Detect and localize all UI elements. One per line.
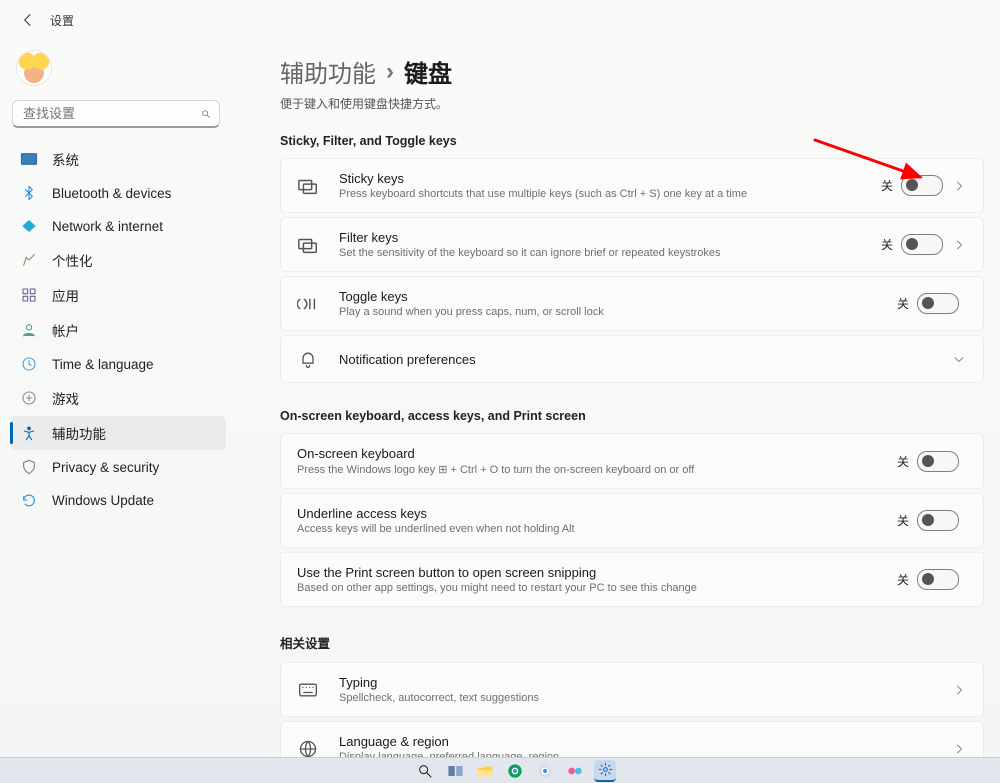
card-notification-prefs[interactable]: Notification preferences <box>280 335 984 383</box>
typing-icon <box>297 679 319 701</box>
chevron-right-icon <box>951 180 967 192</box>
chevron-right-icon <box>951 684 967 696</box>
globe-icon <box>297 738 319 759</box>
sidebar-item-apps[interactable]: 应用 <box>10 278 226 312</box>
card-language-region[interactable]: Language & region Display language, pref… <box>280 721 984 758</box>
card-typing[interactable]: Typing Spellcheck, autocorrect, text sug… <box>280 662 984 717</box>
privacy-icon <box>20 458 38 476</box>
system-icon <box>20 150 38 168</box>
search-field[interactable] <box>21 105 201 122</box>
card-underline-access-keys[interactable]: Underline access keys Access keys will b… <box>280 493 984 548</box>
filter-toggle[interactable] <box>901 234 943 255</box>
taskbar-browser2[interactable] <box>534 761 556 781</box>
sidebar-item-personalize[interactable]: 个性化 <box>10 243 226 277</box>
card-toggle-keys[interactable]: Toggle keys Play a sound when you press … <box>280 276 984 331</box>
sidebar-item-bluetooth[interactable]: Bluetooth & devices <box>10 177 226 209</box>
sidebar-item-update[interactable]: Windows Update <box>10 484 226 516</box>
sidebar-item-time[interactable]: Time & language <box>10 348 226 380</box>
update-icon <box>20 491 38 509</box>
taskbar <box>0 757 1000 783</box>
taskbar-app1[interactable] <box>564 761 586 781</box>
section-header-keys: Sticky, Filter, and Toggle keys <box>280 134 984 148</box>
printscr-toggle[interactable] <box>917 569 959 590</box>
back-button[interactable] <box>12 4 44 36</box>
accessibility-icon <box>20 424 38 442</box>
bell-icon <box>297 348 319 370</box>
section-header-onscreen: On-screen keyboard, access keys, and Pri… <box>280 409 984 423</box>
sidebar-item-account[interactable]: 帐户 <box>10 313 226 347</box>
toggle-icon <box>297 293 319 315</box>
card-print-screen[interactable]: Use the Print screen button to open scre… <box>280 552 984 607</box>
taskbar-settings[interactable] <box>594 760 616 782</box>
time-icon <box>20 355 38 373</box>
sidebar-item-system[interactable]: 系统 <box>10 142 226 176</box>
breadcrumb: 辅助功能 › 键盘 <box>280 54 984 89</box>
breadcrumb-parent[interactable]: 辅助功能 <box>280 54 376 89</box>
search-input[interactable] <box>12 100 220 128</box>
chevron-right-icon <box>951 743 967 755</box>
window-title: 设置 <box>50 12 74 29</box>
sidebar-item-gaming[interactable]: 游戏 <box>10 381 226 415</box>
sidebar-item-network[interactable]: Network & internet <box>10 210 226 242</box>
network-icon <box>20 217 38 235</box>
breadcrumb-current: 键盘 <box>404 54 452 89</box>
personalize-icon <box>20 251 38 269</box>
gaming-icon <box>20 389 38 407</box>
search-icon <box>201 107 211 121</box>
start-button[interactable] <box>384 761 406 781</box>
togglekeys-toggle[interactable] <box>917 293 959 314</box>
sticky-icon <box>297 175 319 197</box>
taskbar-search[interactable] <box>414 761 436 781</box>
card-sticky-keys[interactable]: Sticky keys Press keyboard shortcuts tha… <box>280 158 984 213</box>
sidebar-item-accessibility[interactable]: 辅助功能 <box>10 416 226 450</box>
apps-icon <box>20 286 38 304</box>
onscreen-toggle[interactable] <box>917 451 959 472</box>
account-icon <box>20 321 38 339</box>
card-onscreen-keyboard[interactable]: On-screen keyboard Press the Windows log… <box>280 433 984 489</box>
sticky-toggle[interactable] <box>901 175 943 196</box>
card-filter-keys[interactable]: Filter keys Set the sensitivity of the k… <box>280 217 984 272</box>
underline-toggle[interactable] <box>917 510 959 531</box>
sidebar-item-privacy[interactable]: Privacy & security <box>10 451 226 483</box>
chevron-right-icon <box>951 239 967 251</box>
taskbar-explorer[interactable] <box>474 761 496 781</box>
bluetooth-icon <box>20 184 38 202</box>
chevron-down-icon <box>951 353 967 365</box>
chevron-right-icon: › <box>386 58 394 86</box>
filter-icon <box>297 234 319 256</box>
section-header-related: 相关设置 <box>280 633 984 652</box>
taskbar-browser1[interactable] <box>504 761 526 781</box>
page-subtitle: 便于键入和使用键盘快捷方式。 <box>280 95 984 112</box>
taskbar-taskview[interactable] <box>444 761 466 781</box>
avatar[interactable] <box>16 50 52 86</box>
